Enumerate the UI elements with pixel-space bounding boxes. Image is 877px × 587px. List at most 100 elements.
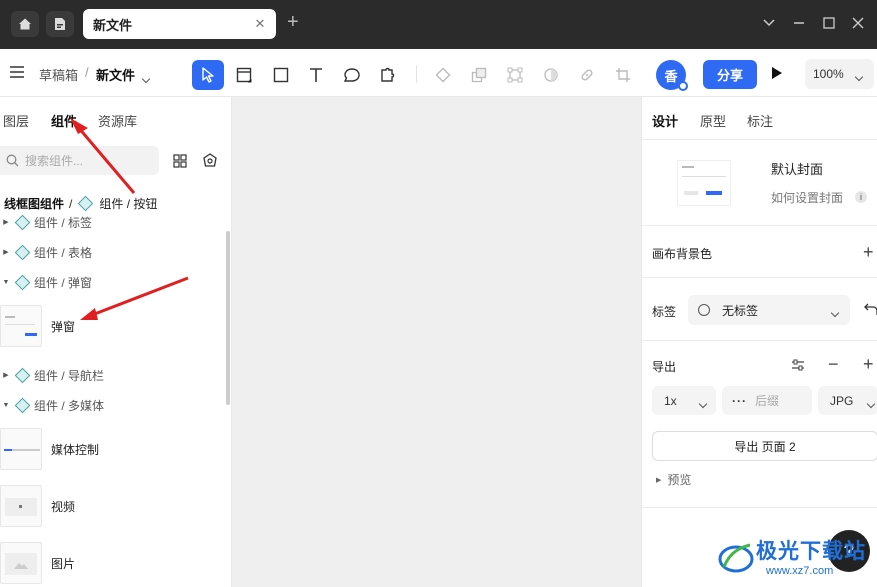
chevron-down-icon xyxy=(854,69,864,83)
files-button[interactable] xyxy=(46,11,74,37)
component-diamond-icon xyxy=(14,397,31,413)
puzzle-icon xyxy=(381,67,395,82)
watermark-text: 极光下载站 xyxy=(756,540,866,563)
select-tool[interactable] xyxy=(192,60,224,90)
tree-row-media[interactable]: ▼ 组件 / 多媒体 xyxy=(0,395,104,415)
breadcrumb-root[interactable]: 线框图组件 xyxy=(4,195,64,212)
cover-thumbnail[interactable] xyxy=(677,160,731,206)
component-search[interactable]: 搜索组件... xyxy=(0,146,159,175)
boolean-tool[interactable] xyxy=(463,60,495,90)
home-button[interactable] xyxy=(11,11,39,37)
close-window-button[interactable] xyxy=(848,13,868,33)
share-button[interactable]: 分享 xyxy=(703,60,757,89)
file-menu-chevron-icon[interactable] xyxy=(141,70,151,85)
create-component-tool[interactable] xyxy=(427,60,459,90)
tab-prototype[interactable]: 原型 xyxy=(700,111,726,130)
vector-edit-tool[interactable] xyxy=(499,60,531,90)
maximize-icon xyxy=(823,17,835,29)
link-tool[interactable] xyxy=(571,60,603,90)
info-icon[interactable]: i xyxy=(855,191,867,203)
component-item-media-control[interactable]: 媒体控制 xyxy=(0,426,231,472)
file-tab[interactable]: 新文件 ✕ xyxy=(83,9,276,39)
left-panel-scrollbar[interactable] xyxy=(226,231,230,405)
menu-icon[interactable] xyxy=(10,66,24,78)
export-format-select[interactable]: JPG xyxy=(818,386,877,415)
avatar-status-dot xyxy=(678,81,688,91)
play-button[interactable] xyxy=(771,66,783,83)
window-dropdown-button[interactable] xyxy=(759,13,779,33)
add-export-icon[interactable]: + xyxy=(863,355,874,373)
tree-row-label: 组件 / 导航栏 xyxy=(34,368,105,383)
export-suffix-input[interactable]: ··· 后缀 xyxy=(722,386,812,415)
export-settings-button[interactable] xyxy=(791,358,805,375)
component-label: 图片 xyxy=(51,556,76,571)
tab-assets[interactable]: 资源库 xyxy=(98,111,137,130)
grid-view-button[interactable] xyxy=(173,154,187,171)
maximize-button[interactable] xyxy=(819,13,839,33)
rectangle-icon xyxy=(273,67,289,83)
minimize-button[interactable] xyxy=(789,13,809,33)
link-icon xyxy=(581,69,593,81)
watermark-url: www.xz7.com xyxy=(766,565,834,577)
tab-layers[interactable]: 图层 xyxy=(3,111,29,130)
divider xyxy=(642,225,877,226)
zoom-select[interactable]: 100% xyxy=(805,59,874,89)
frame-tool[interactable] xyxy=(228,60,260,90)
tree-row-label: 组件 / 表格 xyxy=(34,245,93,260)
tag-label: 标签 xyxy=(652,305,677,319)
component-breadcrumb: 线框图组件 / 组件 / 按钮 xyxy=(4,195,157,212)
component-label: 视频 xyxy=(51,499,76,514)
component-tool[interactable] xyxy=(371,60,403,90)
caret-right-icon: ▶ xyxy=(3,249,9,256)
rectangle-tool[interactable] xyxy=(265,60,297,90)
tag-select[interactable]: 无标签 xyxy=(688,295,850,325)
image-icon xyxy=(14,563,28,569)
more-dots-icon: ··· xyxy=(732,393,747,408)
comment-shape-icon xyxy=(343,68,360,82)
design-canvas[interactable] xyxy=(232,97,641,587)
right-panel: 设计 原型 标注 默认封面 如何设置封面 i 画布背景色 + 标签 无标签 导出… xyxy=(641,97,877,587)
cover-help-link[interactable]: 如何设置封面 xyxy=(771,189,843,206)
breadcrumb-parent[interactable]: 草稿箱 xyxy=(39,65,78,84)
component-diamond-icon xyxy=(14,214,31,230)
caret-right-icon: ▶ xyxy=(3,219,9,226)
component-item-dialog[interactable]: 弹窗 xyxy=(0,303,231,349)
tree-row-navbar[interactable]: ▶ 组件 / 导航栏 xyxy=(0,365,104,385)
component-item-video[interactable]: 视频 xyxy=(0,483,231,529)
preview-toggle[interactable]: ▶ 预览 xyxy=(656,471,691,488)
component-label: 弹窗 xyxy=(51,319,76,334)
tree-row-dialog[interactable]: ▼ 组件 / 弹窗 xyxy=(0,272,92,292)
divider xyxy=(642,340,877,341)
half-circle-icon xyxy=(544,68,558,82)
library-button[interactable] xyxy=(202,153,218,172)
tab-design[interactable]: 设计 xyxy=(652,111,678,130)
export-button[interactable]: 导出 页面 2 xyxy=(652,431,877,461)
dialog-thumbnail xyxy=(0,305,42,347)
tree-row-tag[interactable]: ▶ 组件 / 标签 xyxy=(0,212,92,232)
image-thumbnail xyxy=(0,542,42,584)
component-diamond-icon xyxy=(14,244,31,260)
export-label: 导出 xyxy=(652,360,677,374)
mask-tool[interactable] xyxy=(535,60,567,90)
toolbar: 草稿箱 / 新文件 香 分享 100% xyxy=(0,49,877,97)
close-tab-icon[interactable]: ✕ xyxy=(252,16,268,32)
add-tab-button[interactable]: + xyxy=(287,11,299,33)
breadcrumb-current: 组件 / 按钮 xyxy=(99,197,158,211)
shape-tool[interactable] xyxy=(336,60,368,90)
add-background-icon[interactable]: + xyxy=(863,243,874,261)
tab-components[interactable]: 组件 xyxy=(51,111,77,130)
zoom-level: 100% xyxy=(813,67,844,81)
file-name[interactable]: 新文件 xyxy=(96,65,135,84)
text-tool[interactable] xyxy=(300,60,332,90)
pointer-icon xyxy=(202,67,214,83)
component-item-image[interactable]: 图片 xyxy=(0,540,231,586)
tab-annotation[interactable]: 标注 xyxy=(747,111,773,130)
divider xyxy=(642,277,877,278)
tree-row-label: 组件 / 标签 xyxy=(34,215,93,230)
crop-tool[interactable] xyxy=(607,60,639,90)
caret-down-icon: ▼ xyxy=(2,278,10,286)
tree-row-table[interactable]: ▶ 组件 / 表格 xyxy=(0,242,92,262)
export-scale-select[interactable]: 1x xyxy=(652,386,716,415)
remove-export-icon[interactable]: − xyxy=(828,355,839,373)
undo-tag-button[interactable] xyxy=(864,302,877,319)
